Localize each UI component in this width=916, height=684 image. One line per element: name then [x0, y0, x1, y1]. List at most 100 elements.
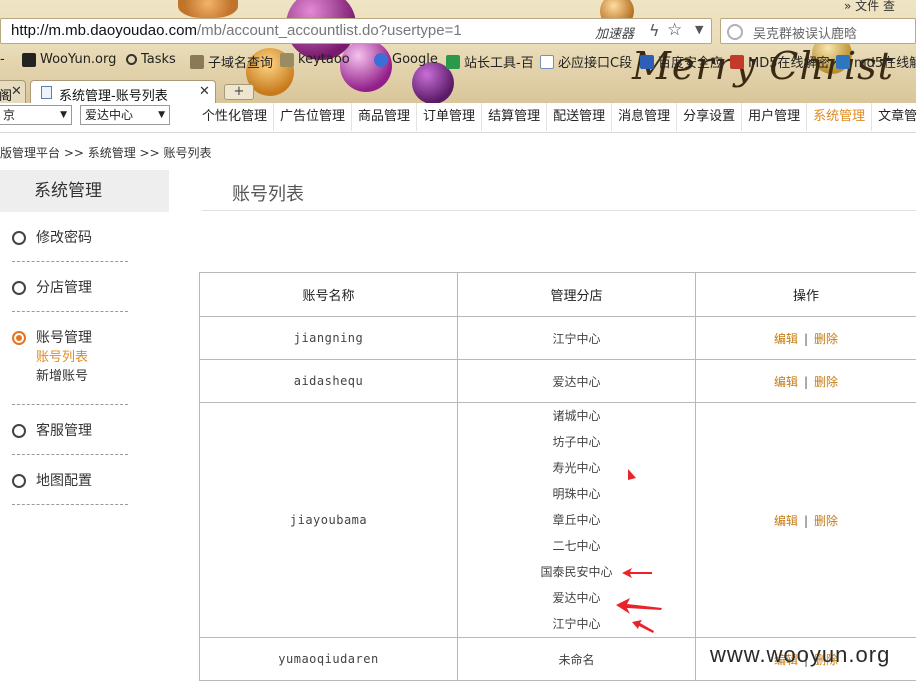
sidebar-item-branch-management[interactable]: 分店管理: [12, 278, 128, 298]
bookmark-item[interactable]: 必应接口C段: [540, 52, 632, 71]
nav-system[interactable]: 系统管理: [807, 103, 873, 131]
nav-personalization[interactable]: 个性化管理: [196, 103, 275, 131]
account-name-cell: yumaoqiudaren: [199, 637, 458, 681]
bookmark-item[interactable]: 百度安全应: [640, 52, 723, 71]
lightning-icon[interactable]: ϟ: [649, 21, 660, 40]
nav-ad-slots[interactable]: 广告位管理: [274, 103, 353, 131]
bookmark-item[interactable]: 子域名查询: [190, 52, 273, 71]
search-engine-icon[interactable]: [727, 24, 743, 40]
breadcrumb: 版管理平台 >> 系统管理 >> 账号列表: [0, 146, 212, 160]
sidebar-item-map-config[interactable]: 地图配置: [12, 471, 128, 491]
divider: [12, 261, 128, 262]
bookmark-star-icon[interactable]: ☆: [667, 20, 682, 40]
edit-link[interactable]: 编辑: [774, 514, 798, 528]
city-select[interactable]: 京 ▼: [0, 105, 72, 125]
sidebar-item-label: 客服管理: [36, 423, 92, 439]
delete-link[interactable]: 删除: [814, 375, 838, 389]
bookmark-icon: [836, 54, 850, 69]
chevron-down-icon[interactable]: ▼: [695, 23, 703, 36]
shield-icon: [640, 54, 654, 69]
divider: [12, 504, 128, 505]
nav-delivery[interactable]: 配送管理: [547, 103, 613, 131]
bookmark-item[interactable]: WooYun.org: [22, 52, 116, 67]
action-separator: |: [803, 374, 809, 389]
divider: [12, 454, 128, 455]
sidebar-subitem-account-list[interactable]: 账号列表: [12, 348, 128, 367]
bookmark-item[interactable]: Tasks: [126, 52, 176, 67]
column-header-branches: 管理分店: [457, 272, 696, 317]
bookmark-icon: [446, 54, 460, 69]
bookmark-item[interactable]: keytaoo: [280, 52, 350, 67]
page-title: 账号列表: [232, 184, 304, 205]
bookmarks-bar: - WooYun.org Tasks 子域名查询 keytaoo Google …: [0, 50, 916, 72]
table-row: jiangning 江宁中心 编辑 | 删除: [199, 316, 916, 360]
sidebar-item-label: 地图配置: [36, 473, 92, 489]
nav-settlement[interactable]: 结算管理: [482, 103, 548, 131]
annotation-arrow-icon: [628, 469, 636, 480]
radio-icon: [12, 424, 26, 438]
search-input[interactable]: 吴克群被误认鹿晗: [720, 18, 916, 44]
nav-share-settings[interactable]: 分享设置: [677, 103, 743, 131]
table-row: aidashequ 爱达中心 编辑 | 删除: [199, 359, 916, 403]
edit-link[interactable]: 编辑: [774, 332, 798, 346]
branch-cell: 爱达中心: [457, 359, 696, 403]
radio-selected-icon: [12, 331, 26, 345]
bookmark-icon: [280, 52, 294, 67]
table-row: jiayoubama 诸城中心 坊子中心 寿光中心 明珠中心 章丘中心 二七中心…: [199, 402, 916, 638]
account-table: 账号名称 管理分店 操作 jiangning 江宁中心 编辑 | 删除 aidash…: [199, 272, 916, 681]
bookmark-item[interactable]: Google: [374, 52, 438, 67]
close-icon[interactable]: ✕: [199, 84, 210, 99]
divider: [12, 404, 128, 405]
bookmark-item[interactable]: md5在线解密: [836, 52, 916, 71]
nav-articles[interactable]: 文章管理: [872, 103, 916, 131]
delete-link[interactable]: 删除: [814, 514, 838, 528]
ornament-decoration: [178, 0, 238, 18]
branch-name: 坊子中心: [552, 435, 601, 449]
sidebar-item-customer-service[interactable]: 客服管理: [12, 421, 128, 441]
annotation-arrow-icon: [622, 568, 652, 578]
divider: [12, 311, 128, 312]
branch-name: 未命名: [558, 652, 595, 667]
tab-previous[interactable]: 阁 ✕: [0, 80, 26, 103]
close-icon[interactable]: ✕: [11, 84, 22, 99]
account-name-cell: jiayoubama: [199, 402, 458, 638]
sidebar-subitem-add-account[interactable]: 新增账号: [12, 367, 128, 386]
annotation-arrow-icon: [632, 620, 654, 633]
accelerator-button[interactable]: 加速器: [595, 23, 634, 42]
center-select[interactable]: 爱达中心 ▼: [80, 105, 170, 125]
chevron-down-icon: ▼: [158, 110, 165, 120]
edit-link[interactable]: 编辑: [774, 375, 798, 389]
url-text[interactable]: http://m.mb.daoyoudao.com/mb/account_acc…: [11, 22, 462, 39]
menu-button[interactable]: » 文件 查: [844, 0, 895, 14]
wooyun-icon: [22, 52, 36, 67]
radio-icon: [12, 231, 26, 245]
watermark-text: www.wooyun.org: [710, 642, 891, 667]
branch-name: 章丘中心: [552, 513, 601, 527]
new-tab-button[interactable]: +: [224, 84, 254, 100]
sidebar-title: 系统管理: [0, 170, 169, 212]
site-header: 京 ▼ 爱达中心 ▼ 个性化管理 广告位管理 商品管理 订单管理 结算管理 配送管理…: [0, 103, 916, 133]
address-bar[interactable]: http://m.mb.daoyoudao.com/mb/account_acc…: [0, 18, 712, 44]
delete-link[interactable]: 删除: [814, 332, 838, 346]
bookmark-item[interactable]: 站长工具-百: [446, 52, 534, 71]
nav-messages[interactable]: 消息管理: [612, 103, 678, 131]
annotation-arrow-icon: [616, 598, 662, 614]
column-header-account-name: 账号名称: [199, 272, 458, 317]
bookmark-icon: [190, 54, 204, 69]
branch-cell: 未命名: [457, 637, 696, 681]
bookmark-arrow[interactable]: -: [0, 52, 5, 67]
sidebar-item-label: 修改密码: [36, 230, 92, 246]
sidebar-item-account-management[interactable]: 账号管理 账号列表 新增账号: [12, 328, 128, 386]
nav-products[interactable]: 商品管理: [352, 103, 418, 131]
nav-users[interactable]: 用户管理: [742, 103, 808, 131]
tab-strip: 阁 ✕ 系统管理-账号列表 ✕ +: [0, 80, 916, 103]
branch-name: 江宁中心: [552, 331, 601, 346]
bookmark-item[interactable]: MD5在线解密: [730, 52, 830, 71]
bookmark-icon: [730, 54, 744, 69]
branch-name: 寿光中心: [552, 461, 601, 475]
nav-orders[interactable]: 订单管理: [417, 103, 483, 131]
actions-cell: 编辑 | 删除: [695, 316, 916, 360]
tab-account-list[interactable]: 系统管理-账号列表 ✕: [30, 80, 216, 103]
sidebar-item-change-password[interactable]: 修改密码: [12, 228, 128, 248]
branch-name: 诸城中心: [552, 409, 601, 423]
